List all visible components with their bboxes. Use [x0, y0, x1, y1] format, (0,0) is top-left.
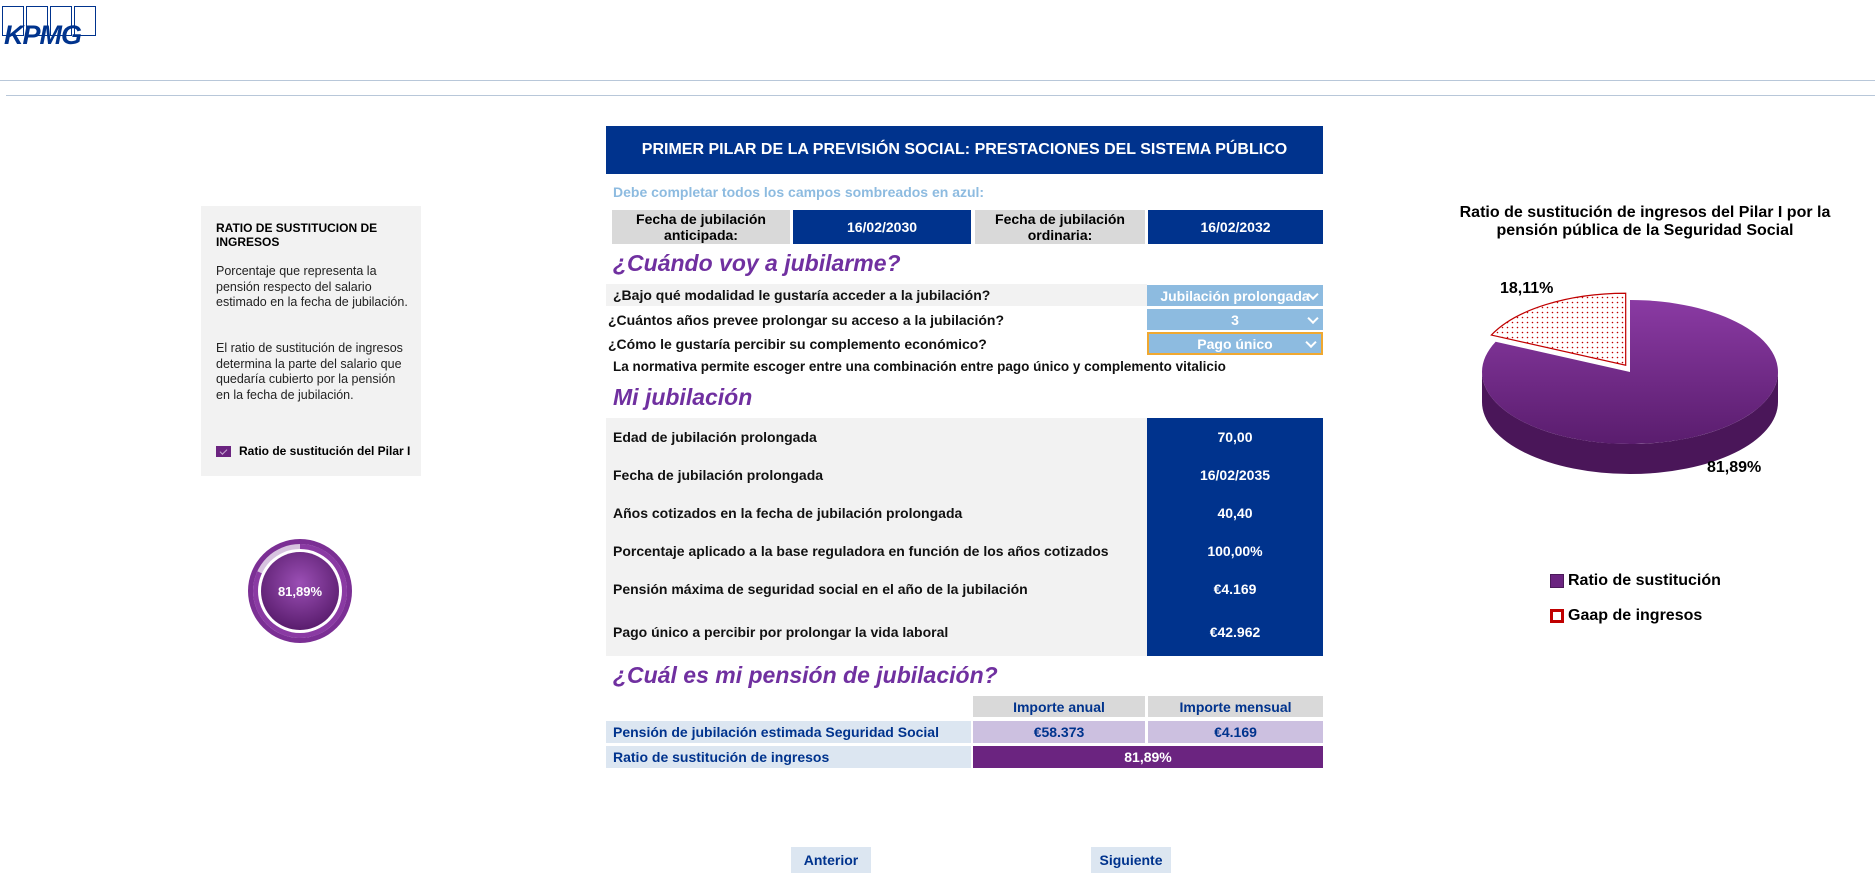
- page-title: PRIMER PILAR DE LA PREVISIÓN SOCIAL: PRE…: [606, 126, 1323, 174]
- pie-label-ratio: 81,89%: [1707, 459, 1762, 476]
- porcentaje-value: 100,00%: [1207, 543, 1263, 559]
- anticipada-label: Fecha de jubilación anticipada:: [612, 210, 790, 244]
- info-legend: Ratio de sustitución del Pilar I: [216, 444, 410, 458]
- info-panel: RATIO DE SUSTITUCION DE INGRESOS Porcent…: [201, 206, 421, 476]
- next-button[interactable]: Siguiente: [1091, 847, 1171, 873]
- anos-cotizados-label: Años cotizados en la fecha de jubilación…: [613, 505, 963, 521]
- kpmg-logo: KPMG: [2, 6, 102, 50]
- edad-label: Edad de jubilación prolongada: [613, 429, 817, 445]
- anos-cotizados-value: 40,40: [1217, 505, 1253, 521]
- pension-maxima-label: Pensión máxima de seguridad social en el…: [613, 581, 1028, 597]
- section-heading-pension: ¿Cuál es mi pensión de jubilación?: [613, 662, 998, 688]
- ratio-row-label: Ratio de sustitución de ingresos: [606, 746, 971, 768]
- question-complemento: ¿Cómo le gustaría percibir su complement…: [608, 336, 987, 352]
- chart-title: Ratio de sustitución de ingresos del Pil…: [1459, 204, 1831, 239]
- question-anos: ¿Cuántos años prevee prolongar su acceso…: [608, 312, 1004, 328]
- fecha-value: 16/02/2035: [1199, 467, 1271, 483]
- anticipada-value: 16/02/2030: [793, 210, 971, 244]
- fecha-label: Fecha de jubilación prolongada: [613, 467, 824, 483]
- header-divider: [0, 80, 1875, 81]
- header-divider: [6, 95, 1875, 96]
- legend-swatch-icon: [1550, 609, 1564, 623]
- mi-jubilacion-values: 70,00 16/02/2035 40,40 100,00% €4.169 €4…: [1147, 418, 1323, 656]
- chevron-down-icon: [1305, 336, 1317, 348]
- section-heading-cuando: ¿Cuándo voy a jubilarme?: [613, 250, 901, 276]
- legend-swatch-icon: [216, 445, 231, 457]
- logo-text: KPMG: [4, 20, 82, 50]
- modalidad-value: Jubilación prolongada: [1160, 287, 1310, 304]
- pago-unico-label: Pago único a percibir por prolongar la v…: [613, 624, 949, 640]
- legend-ratio-label: Ratio de sustitución: [1568, 572, 1721, 589]
- pie-label-gap: 18,11%: [1500, 280, 1554, 297]
- legend-gap: Gaap de ingresos: [1550, 607, 1702, 625]
- legend-ratio: Ratio de sustitución: [1550, 572, 1721, 590]
- ratio-value: 81,89%: [973, 746, 1323, 768]
- modalidad-select[interactable]: Jubilación prolongada: [1147, 285, 1323, 306]
- pension-maxima-value: €4.169: [1213, 581, 1257, 597]
- anos-value: 3: [1231, 311, 1239, 328]
- mi-jubilacion-labels: Edad de jubilación prolongada Fecha de j…: [606, 418, 1147, 656]
- anos-select[interactable]: 3: [1147, 309, 1323, 330]
- info-paragraph: El ratio de sustitución de ingresos dete…: [216, 341, 403, 402]
- required-note: Debe completar todos los campos sombread…: [613, 184, 985, 200]
- question-modalidad: ¿Bajo qué modalidad le gustaría acceder …: [613, 287, 991, 303]
- complemento-select[interactable]: Pago único: [1147, 332, 1323, 355]
- porcentaje-label: Porcentaje aplicado a la base reguladora…: [613, 543, 1109, 559]
- legend-gap-label: Gaap de ingresos: [1568, 607, 1703, 624]
- info-title: RATIO DE SUSTITUCION DE INGRESOS: [216, 221, 378, 249]
- pension-annual-value: €58.373: [973, 721, 1145, 743]
- ordinaria-value: 16/02/2032: [1148, 210, 1323, 244]
- col-header-monthly: Importe mensual: [1148, 696, 1323, 717]
- pie-chart: [1482, 292, 1778, 474]
- donut-label: 81,89%: [277, 583, 323, 599]
- pension-row-label: Pensión de jubilación estimada Seguridad…: [606, 721, 971, 743]
- col-header-annual: Importe anual: [973, 696, 1145, 717]
- complemento-value: Pago único: [1197, 335, 1273, 352]
- chevron-down-icon: [1307, 312, 1319, 324]
- info-paragraph: Porcentaje que representa la pensión res…: [216, 264, 408, 309]
- normativa-note: La normativa permite escoger entre una c…: [613, 359, 1226, 374]
- info-legend-label: Ratio de sustitución del Pilar I: [239, 444, 411, 458]
- edad-value: 70,00: [1217, 429, 1253, 445]
- pago-unico-value: €42.962: [1209, 624, 1261, 640]
- ordinaria-label: Fecha de jubilación ordinaria:: [975, 210, 1145, 244]
- legend-swatch-icon: [1550, 574, 1564, 588]
- prev-button[interactable]: Anterior: [791, 847, 871, 873]
- ratio-donut: 81,89%: [246, 537, 354, 645]
- pension-monthly-value: €4.169: [1148, 721, 1323, 743]
- section-heading-mi-jubilacion: Mi jubilación: [613, 384, 753, 410]
